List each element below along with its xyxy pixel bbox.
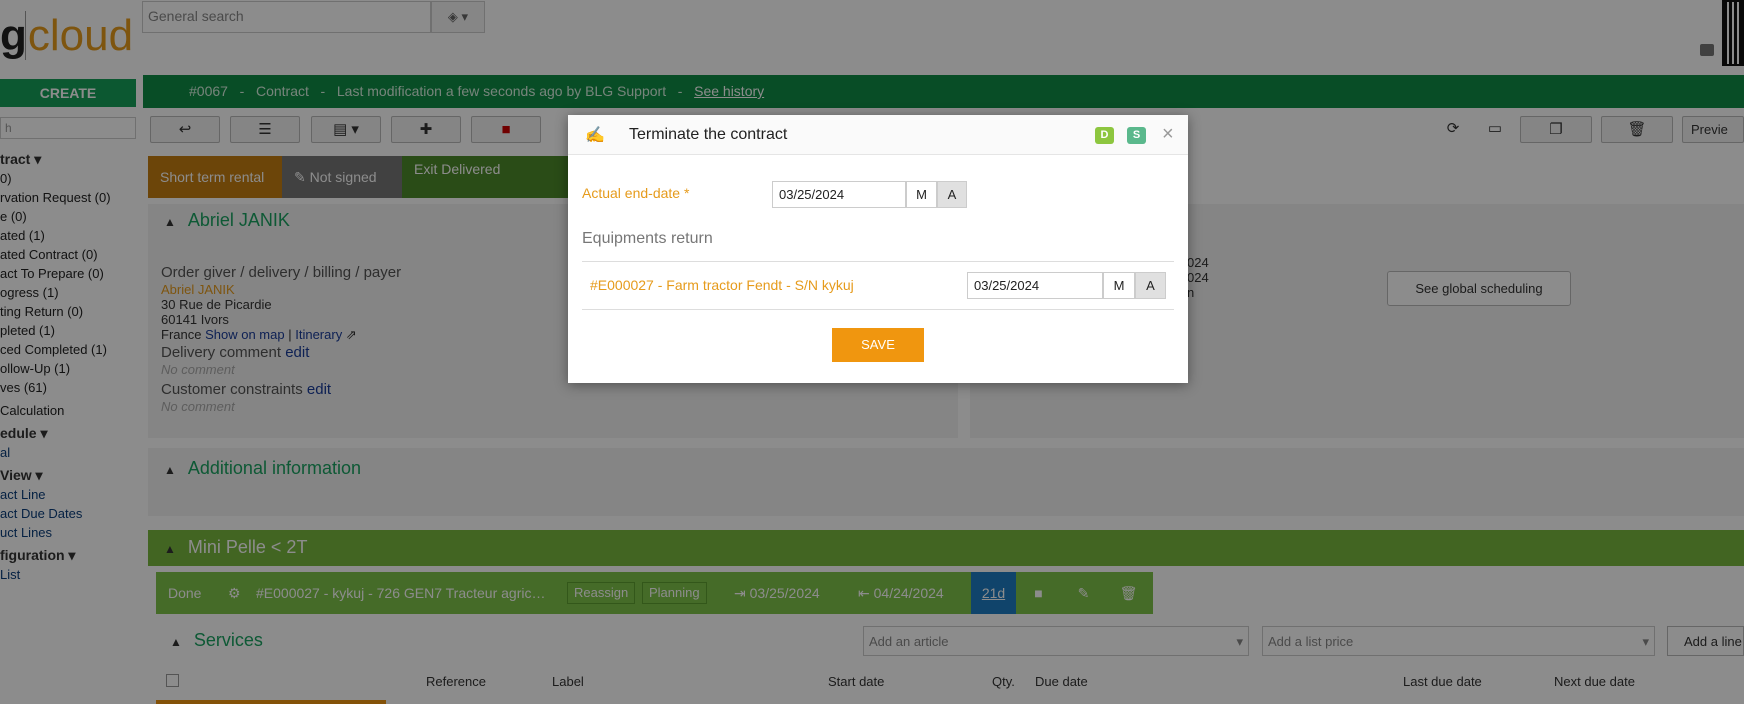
end-date-label: Actual end-date * [582, 185, 690, 201]
divider [582, 261, 1174, 262]
end-date-m-button[interactable]: M [906, 181, 937, 208]
equipment-a-button[interactable]: A [1135, 272, 1166, 299]
dialog-titlebar: ✍ Terminate the contract D S × [568, 115, 1188, 155]
save-button[interactable]: SAVE [832, 328, 924, 362]
close-icon[interactable]: × [1162, 123, 1174, 146]
dialog-title: Terminate the contract [629, 126, 788, 143]
divider [582, 309, 1174, 310]
equipment-date-input[interactable]: 03/25/2024 [967, 272, 1103, 299]
terminate-contract-dialog: ✍ Terminate the contract D S × Actual en… [568, 115, 1188, 383]
equipments-return-heading: Equipments return [582, 230, 713, 247]
equipment-m-button[interactable]: M [1103, 272, 1135, 299]
end-date-a-button[interactable]: A [937, 181, 967, 208]
equipment-link[interactable]: #E000027 - Farm tractor Fendt - S/N kyku… [590, 277, 854, 293]
badge-d[interactable]: D [1095, 127, 1114, 144]
contract-sign-icon: ✍ [585, 127, 605, 144]
end-date-input[interactable]: 03/25/2024 [772, 181, 906, 208]
badge-s[interactable]: S [1127, 127, 1146, 144]
